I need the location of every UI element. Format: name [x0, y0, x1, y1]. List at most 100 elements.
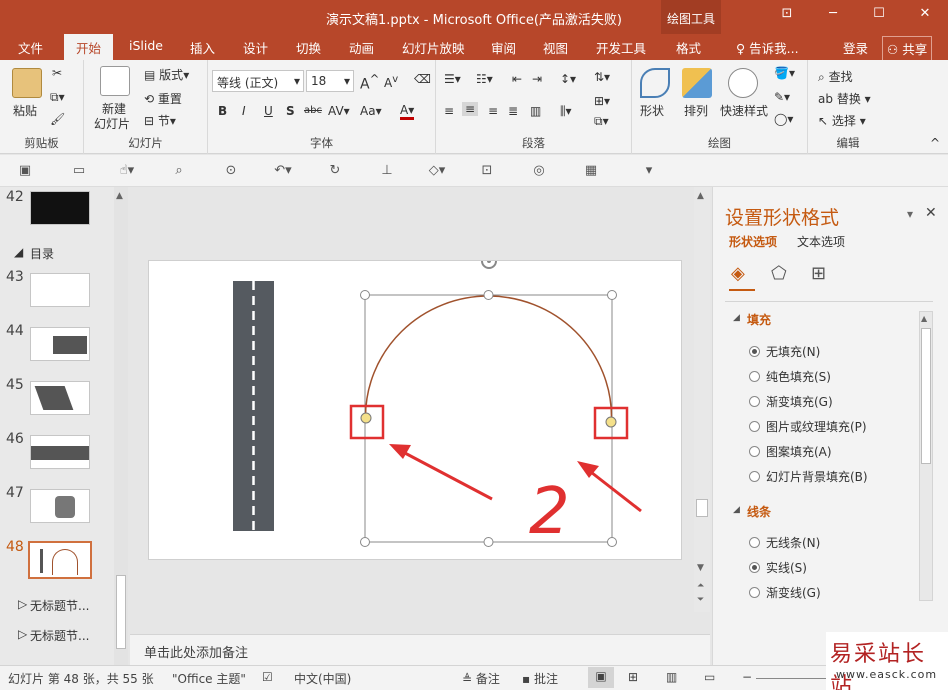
fill-option-gradient[interactable]: 渐变填充(G)	[749, 393, 833, 410]
save-icon[interactable]: ▣	[16, 163, 34, 179]
resize-handle[interactable]	[607, 290, 617, 300]
tab-shape-options[interactable]: 形状选项	[729, 233, 777, 250]
tab-animations[interactable]: 动画	[349, 38, 374, 57]
justify-icon[interactable]: ≣	[508, 104, 518, 118]
line-option-solid[interactable]: 实线(S)	[749, 559, 807, 576]
tab-view[interactable]: 视图	[543, 38, 568, 57]
scroll-up-icon[interactable]: ▲	[921, 314, 927, 323]
close-button[interactable]: ✕	[914, 6, 936, 26]
slide-thumbnail-42[interactable]	[30, 191, 90, 225]
line-spacing-icon[interactable]: ↕▾	[560, 72, 576, 86]
fill-section-header[interactable]: 填充	[747, 311, 771, 328]
increase-indent-icon[interactable]: ⇥	[532, 72, 542, 86]
replace-button[interactable]: ab 替换 ▾	[818, 90, 871, 107]
section-label[interactable]: 无标题节...	[30, 597, 89, 614]
touch-mode-icon[interactable]: ☝▾	[118, 163, 136, 179]
clear-format-icon[interactable]: ⌫	[414, 72, 431, 86]
bold-button[interactable]: B	[218, 104, 227, 118]
arrange-icon[interactable]	[682, 68, 712, 98]
share-button[interactable]: ⚇ 共享	[882, 36, 933, 61]
fill-option-background[interactable]: 幻灯片背景填充(B)	[749, 468, 868, 485]
slide-scroll-thumb[interactable]	[696, 499, 708, 517]
distribute-icon[interactable]: ▥	[530, 104, 541, 118]
tab-insert[interactable]: 插入	[190, 38, 215, 57]
fill-collapse-icon[interactable]: ◢	[733, 313, 740, 323]
tab-file[interactable]: 文件	[18, 38, 43, 57]
fill-option-none[interactable]: 无填充(N)	[749, 343, 820, 360]
format-painter-icon[interactable]: 🖌	[50, 112, 65, 126]
ribbon-display-icon[interactable]: ⊡	[776, 6, 798, 26]
slide-thumbnail-45[interactable]	[30, 381, 90, 415]
prev-slide-icon[interactable]: ⏶	[697, 581, 704, 591]
line-option-none[interactable]: 无线条(N)	[749, 534, 820, 551]
numbering-icon[interactable]: ☷▾	[476, 72, 493, 86]
copy-icon[interactable]: ⧉▾	[50, 90, 65, 105]
shape-picker-icon[interactable]: ◇▾	[428, 163, 446, 179]
slide-thumbnail-44[interactable]	[30, 327, 90, 361]
zoom-out-icon[interactable]: −	[742, 670, 752, 684]
open-folder-icon[interactable]: ▭	[70, 163, 88, 179]
align-text-icon[interactable]: ⊞▾	[594, 94, 610, 108]
size-properties-icon[interactable]: ⊞	[811, 263, 826, 284]
align-center-icon[interactable]: ≡	[462, 102, 479, 116]
align-right-icon[interactable]: ≡	[488, 104, 498, 118]
shape-outline-icon[interactable]: ✎▾	[774, 90, 790, 104]
section-top-label[interactable]: 目录	[30, 245, 54, 262]
align-objects-icon[interactable]: ⊥	[378, 163, 396, 179]
strikethrough-button[interactable]: abc	[304, 105, 322, 116]
picture-icon[interactable]: ▦	[582, 163, 600, 179]
tab-islide[interactable]: iSlide	[129, 38, 163, 53]
char-spacing-button[interactable]: AV▾	[328, 104, 350, 118]
new-slide-label-2[interactable]: 幻灯片	[94, 115, 130, 132]
scroll-down-icon[interactable]: ▼	[697, 563, 704, 573]
undo-icon[interactable]: ↶▾	[274, 163, 292, 179]
tab-transitions[interactable]: 切换	[296, 38, 321, 57]
resize-handle[interactable]	[360, 290, 370, 300]
maximize-button[interactable]: ☐	[868, 6, 890, 26]
grow-font-button[interactable]: A^	[360, 72, 379, 93]
collapse-ribbon-icon[interactable]: ^	[930, 136, 940, 150]
paste-icon[interactable]	[12, 68, 42, 98]
fill-option-solid[interactable]: 纯色填充(S)	[749, 368, 831, 385]
rotate-handle-icon[interactable]	[481, 261, 497, 269]
notes-pane[interactable]: 单击此处添加备注	[130, 634, 710, 665]
minimize-button[interactable]: ─	[822, 6, 844, 26]
section-expand-icon[interactable]: ▷	[18, 627, 27, 641]
shapes-button[interactable]: 形状	[640, 102, 664, 119]
shape-effects-icon[interactable]: ◯▾	[774, 112, 793, 126]
section-label[interactable]: 无标题节...	[30, 627, 89, 644]
group-icon[interactable]: ⊡	[478, 163, 496, 179]
tab-review[interactable]: 审阅	[491, 38, 516, 57]
font-color-button[interactable]: A▾	[400, 104, 415, 120]
scroll-up-icon[interactable]: ▲	[697, 191, 704, 201]
notes-toggle[interactable]: ≜ 备注	[462, 670, 500, 687]
slideshow-view-icon[interactable]: ▭	[704, 670, 715, 684]
bullets-icon[interactable]: ☰▾	[444, 72, 461, 86]
pane-options-icon[interactable]: ▾	[907, 207, 913, 221]
resize-handle[interactable]	[483, 537, 494, 547]
line-section-header[interactable]: 线条	[747, 503, 771, 520]
slide-scrollbar[interactable]: ▲ ▼ ⏶ ⏷	[694, 187, 710, 612]
fill-line-icon[interactable]: ◈	[731, 263, 745, 284]
change-case-button[interactable]: Aa▾	[360, 104, 382, 118]
thumbnail-scrollbar[interactable]: ▲	[114, 187, 128, 665]
decrease-indent-icon[interactable]: ⇤	[512, 72, 522, 86]
quick-styles-icon[interactable]	[728, 68, 758, 98]
pane-scrollbar[interactable]: ▲	[919, 311, 933, 601]
next-slide-icon[interactable]: ⏷	[697, 595, 704, 605]
new-slide-icon[interactable]	[100, 66, 130, 96]
select-button[interactable]: ↖ 选择 ▾	[818, 112, 866, 129]
shadow-button[interactable]: S	[286, 104, 295, 118]
slide-thumbnail-43[interactable]	[30, 273, 90, 307]
scroll-up-icon[interactable]: ▲	[116, 191, 123, 201]
slide-sorter-icon[interactable]: ⊞	[628, 670, 638, 684]
zoom-slider[interactable]	[756, 678, 826, 679]
italic-button[interactable]: I	[242, 104, 246, 118]
quick-styles-button[interactable]: 快速样式	[720, 102, 768, 119]
language[interactable]: 中文(中国)	[294, 670, 351, 687]
adjust-handle[interactable]	[605, 416, 617, 428]
text-direction-icon[interactable]: ⇅▾	[594, 70, 610, 84]
slide-canvas[interactable]: 2	[148, 260, 682, 560]
shrink-font-button[interactable]: Av	[384, 74, 398, 90]
layout-button[interactable]: ▤ 版式▾	[144, 66, 189, 83]
